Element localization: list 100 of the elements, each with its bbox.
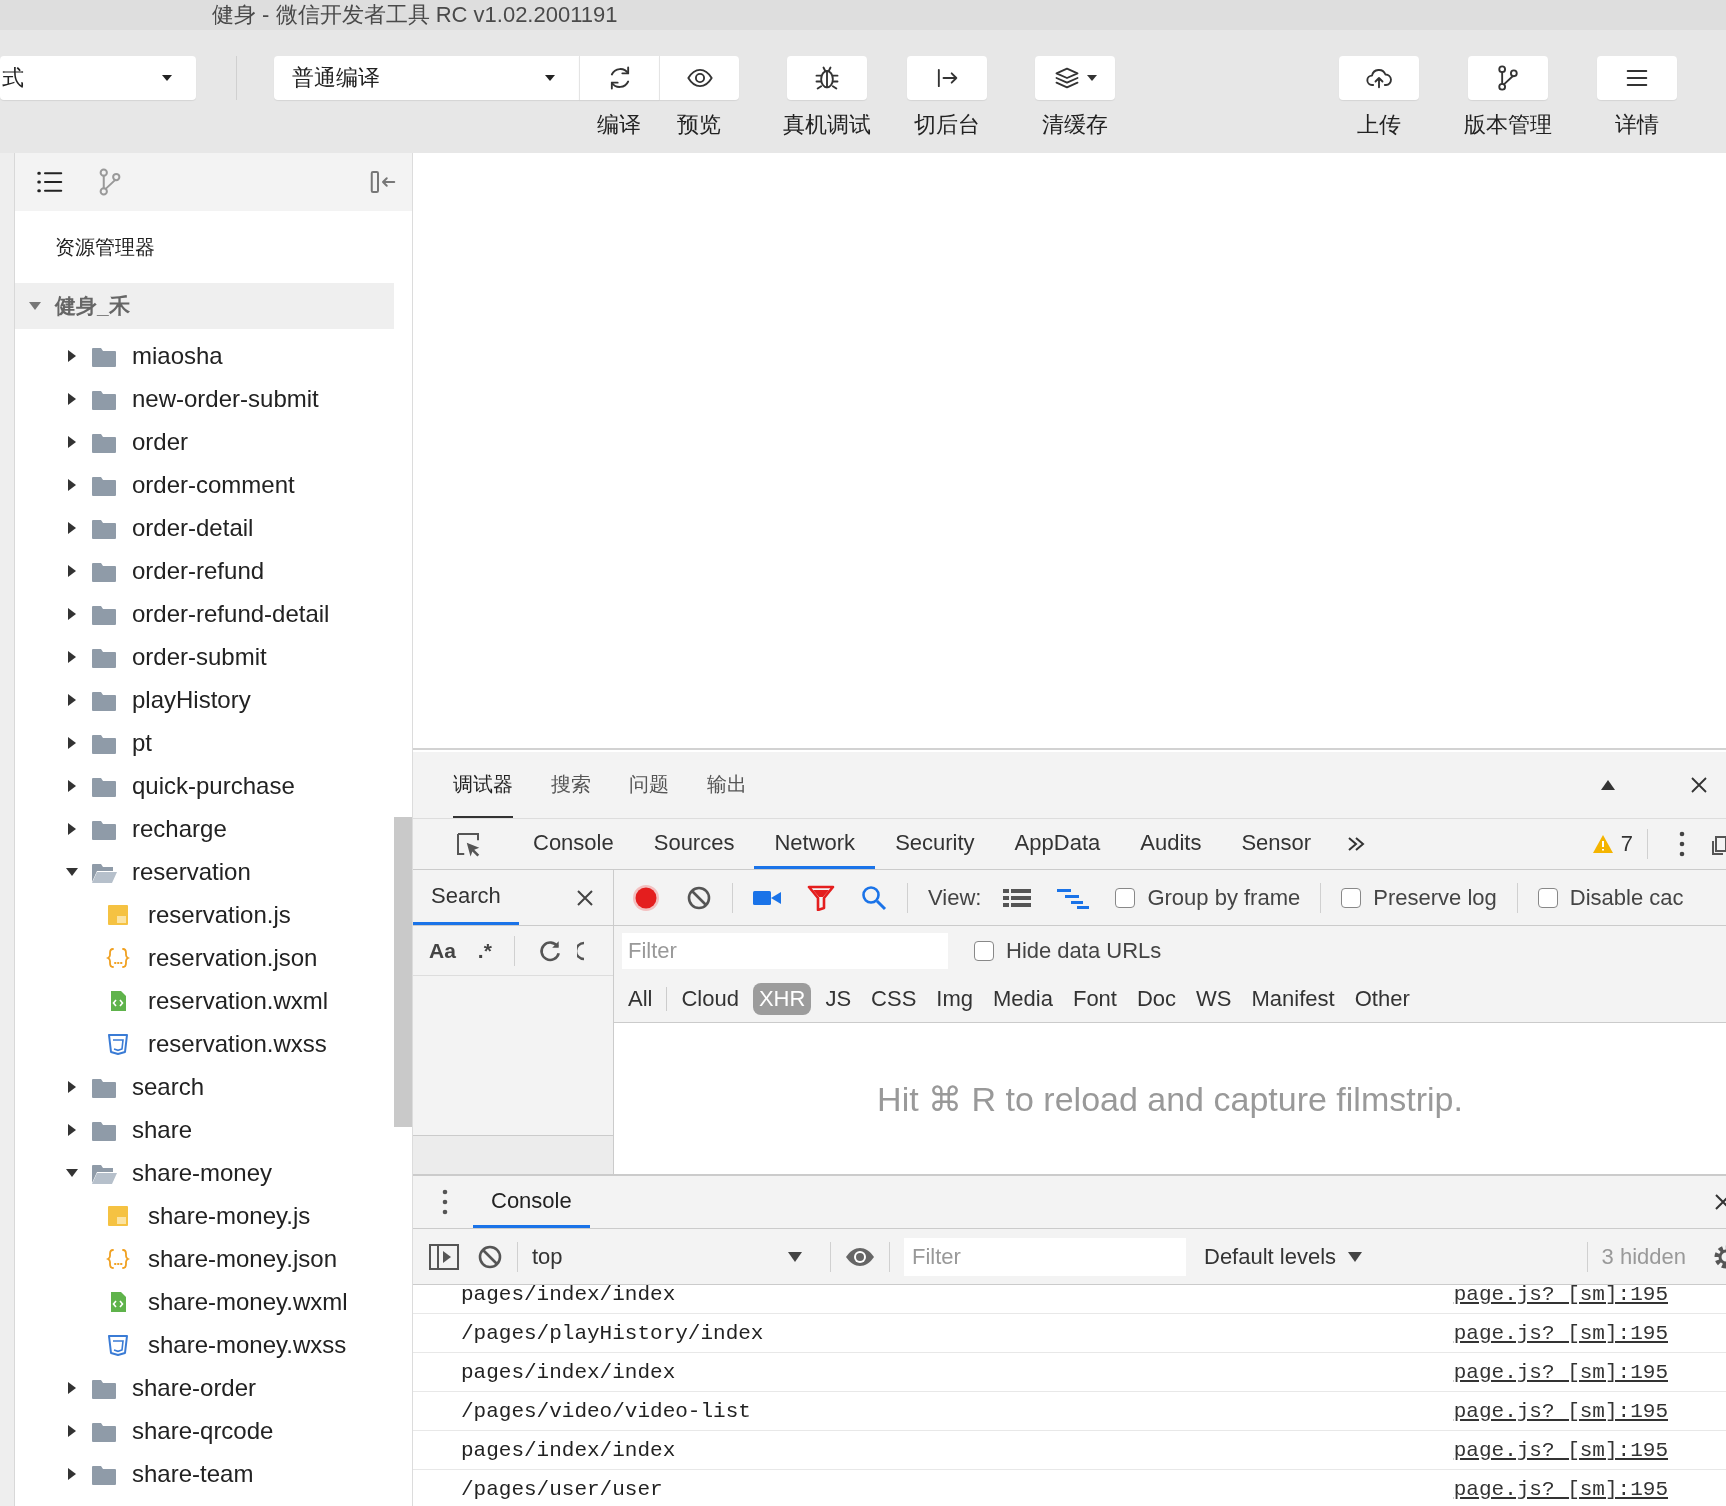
file-item[interactable]: share-money.json bbox=[82, 1237, 394, 1280]
css-file-icon bbox=[106, 1332, 130, 1357]
maximize-icon[interactable] bbox=[1601, 780, 1615, 790]
toolbar-button[interactable] bbox=[907, 56, 987, 100]
mode-select[interactable]: 式 bbox=[0, 56, 196, 100]
checkbox[interactable]: Disable cac bbox=[1537, 884, 1684, 911]
devtools-tab[interactable]: Security bbox=[875, 819, 995, 869]
caret-icon bbox=[29, 302, 41, 310]
filter-type[interactable]: Cloud bbox=[675, 982, 745, 1015]
folder-item[interactable]: pt bbox=[66, 721, 394, 764]
folder-item[interactable]: search bbox=[66, 1065, 394, 1108]
folder-item[interactable]: order-submit bbox=[66, 635, 394, 678]
checkbox[interactable]: Group by frame bbox=[1115, 884, 1301, 911]
toolbar-button[interactable] bbox=[1339, 56, 1419, 100]
source-link[interactable]: page.js? [sm]:195 bbox=[1453, 1321, 1668, 1345]
caret-icon bbox=[1087, 75, 1097, 81]
folder-item[interactable]: order-refund-detail bbox=[66, 592, 394, 635]
toolbar-label: 上传 bbox=[1357, 111, 1401, 139]
filter-type[interactable]: Media bbox=[987, 982, 1059, 1015]
folder-item[interactable]: recharge bbox=[66, 807, 394, 850]
source-link[interactable]: page.js? [sm]:195 bbox=[1453, 1438, 1668, 1462]
log-message: pages/index/index bbox=[461, 1285, 676, 1306]
toolbar-button[interactable] bbox=[579, 56, 659, 100]
source-link[interactable]: page.js? [sm]:195 bbox=[1453, 1477, 1668, 1501]
log-message: pages/index/index bbox=[461, 1360, 676, 1384]
record-icon[interactable] bbox=[632, 883, 660, 912]
devtools-tab[interactable]: Audits bbox=[1120, 819, 1222, 869]
folder-item[interactable]: share-order bbox=[66, 1366, 394, 1409]
folder-item[interactable]: new-order-submit bbox=[66, 377, 394, 420]
toolbar-button[interactable] bbox=[659, 56, 739, 100]
log-message: /pages/video/video-list bbox=[461, 1399, 751, 1423]
filter-type[interactable]: JS bbox=[819, 982, 858, 1015]
folder-item[interactable]: share-team bbox=[66, 1452, 394, 1495]
filter-field[interactable]: Filter bbox=[622, 932, 948, 969]
file-item[interactable]: reservation.wxml bbox=[82, 979, 394, 1022]
folder-item[interactable]: order-comment bbox=[66, 463, 394, 506]
filter-type[interactable]: Other bbox=[1348, 982, 1416, 1015]
source-link[interactable]: page.js? [sm]:195 bbox=[1453, 1360, 1668, 1384]
devtools-tab[interactable]: AppData bbox=[994, 819, 1121, 869]
toolbar-button[interactable] bbox=[1597, 56, 1677, 100]
match-case-toggle[interactable]: Aa bbox=[429, 938, 456, 963]
folder-item[interactable]: share bbox=[66, 1108, 394, 1151]
folder-item[interactable]: share-qrcode bbox=[66, 1409, 394, 1452]
filter-type[interactable]: Font bbox=[1066, 982, 1123, 1015]
filter-field[interactable]: Filter bbox=[904, 1237, 1186, 1276]
clear-icon[interactable] bbox=[686, 884, 712, 911]
panel-tab[interactable]: 搜索 bbox=[551, 752, 591, 818]
more-options-icon[interactable] bbox=[441, 1189, 449, 1215]
devtools-tab[interactable]: Sources bbox=[633, 819, 755, 869]
folder-item[interactable]: quick-purchase bbox=[66, 764, 394, 807]
file-item[interactable]: share-money.wxss bbox=[82, 1323, 394, 1366]
file-item[interactable]: share-money.wxml bbox=[82, 1280, 394, 1323]
toolbar-button[interactable] bbox=[1468, 56, 1548, 100]
folder-item[interactable]: miaosha bbox=[66, 334, 394, 377]
regex-toggle[interactable]: .* bbox=[477, 938, 492, 963]
levels-dropdown[interactable]: Default levels bbox=[1204, 1243, 1363, 1270]
checkbox[interactable]: Preserve log bbox=[1341, 884, 1497, 911]
folder-item[interactable]: playHistory bbox=[66, 678, 394, 721]
warning-count[interactable]: 7 bbox=[1592, 831, 1633, 857]
sidebar-toggle-icon[interactable] bbox=[429, 1243, 459, 1270]
eye-icon[interactable] bbox=[845, 1245, 875, 1268]
filter-type[interactable]: Img bbox=[930, 982, 979, 1015]
source-link[interactable]: page.js? [sm]:195 bbox=[1453, 1285, 1668, 1306]
list-view-icon[interactable] bbox=[1003, 886, 1032, 909]
filter-type[interactable]: CSS bbox=[865, 982, 923, 1015]
devtools-tab[interactable]: Sensor bbox=[1221, 819, 1332, 869]
filter-type[interactable]: Manifest bbox=[1245, 982, 1341, 1015]
waterfall-icon[interactable] bbox=[1057, 886, 1090, 909]
devtools-tab[interactable]: Console bbox=[513, 819, 634, 869]
context-select[interactable]: top bbox=[532, 1243, 816, 1270]
close-icon[interactable] bbox=[575, 887, 595, 908]
tree-root-row[interactable]: 健身_禾 bbox=[15, 283, 394, 329]
scrollbar[interactable] bbox=[394, 817, 412, 1127]
window-title: 健身 - 微信开发者工具 RC v1.02.2001191 bbox=[212, 1, 619, 29]
toolbar-button[interactable] bbox=[1035, 56, 1115, 100]
file-item[interactable]: reservation.wxss bbox=[82, 1022, 394, 1065]
panel-tab[interactable]: 问题 bbox=[629, 752, 669, 818]
hidden-count: 3 hidden bbox=[1601, 1243, 1686, 1270]
file-item[interactable]: reservation.js bbox=[82, 893, 394, 936]
search-tab[interactable]: Search bbox=[413, 870, 519, 925]
clear-icon[interactable] bbox=[477, 1243, 503, 1270]
panel-tab[interactable]: 输出 bbox=[707, 752, 747, 818]
filter-type[interactable]: Doc bbox=[1130, 982, 1183, 1015]
filter-type[interactable]: All bbox=[622, 982, 659, 1015]
folder-item[interactable]: order bbox=[66, 420, 394, 463]
source-link[interactable]: page.js? [sm]:195 bbox=[1453, 1399, 1668, 1423]
folder-item[interactable]: share-money bbox=[66, 1151, 394, 1194]
folder-item[interactable]: order-detail bbox=[66, 506, 394, 549]
search-icon[interactable] bbox=[861, 884, 887, 911]
folder-item[interactable]: order-refund bbox=[66, 549, 394, 592]
filter-icon[interactable] bbox=[807, 884, 835, 911]
dock-icon[interactable] bbox=[1712, 833, 1726, 855]
filter-type[interactable]: WS bbox=[1190, 982, 1238, 1015]
file-item[interactable]: reservation.json bbox=[82, 936, 394, 979]
file-item[interactable]: share-money.js bbox=[82, 1194, 394, 1237]
folder-item[interactable]: reservation bbox=[66, 850, 394, 893]
compile-select[interactable]: 普通编译 bbox=[274, 56, 579, 100]
more-options-icon[interactable] bbox=[1678, 831, 1686, 857]
toolbar-button[interactable] bbox=[787, 56, 867, 100]
checkbox[interactable]: Hide data URLs bbox=[974, 937, 1162, 964]
